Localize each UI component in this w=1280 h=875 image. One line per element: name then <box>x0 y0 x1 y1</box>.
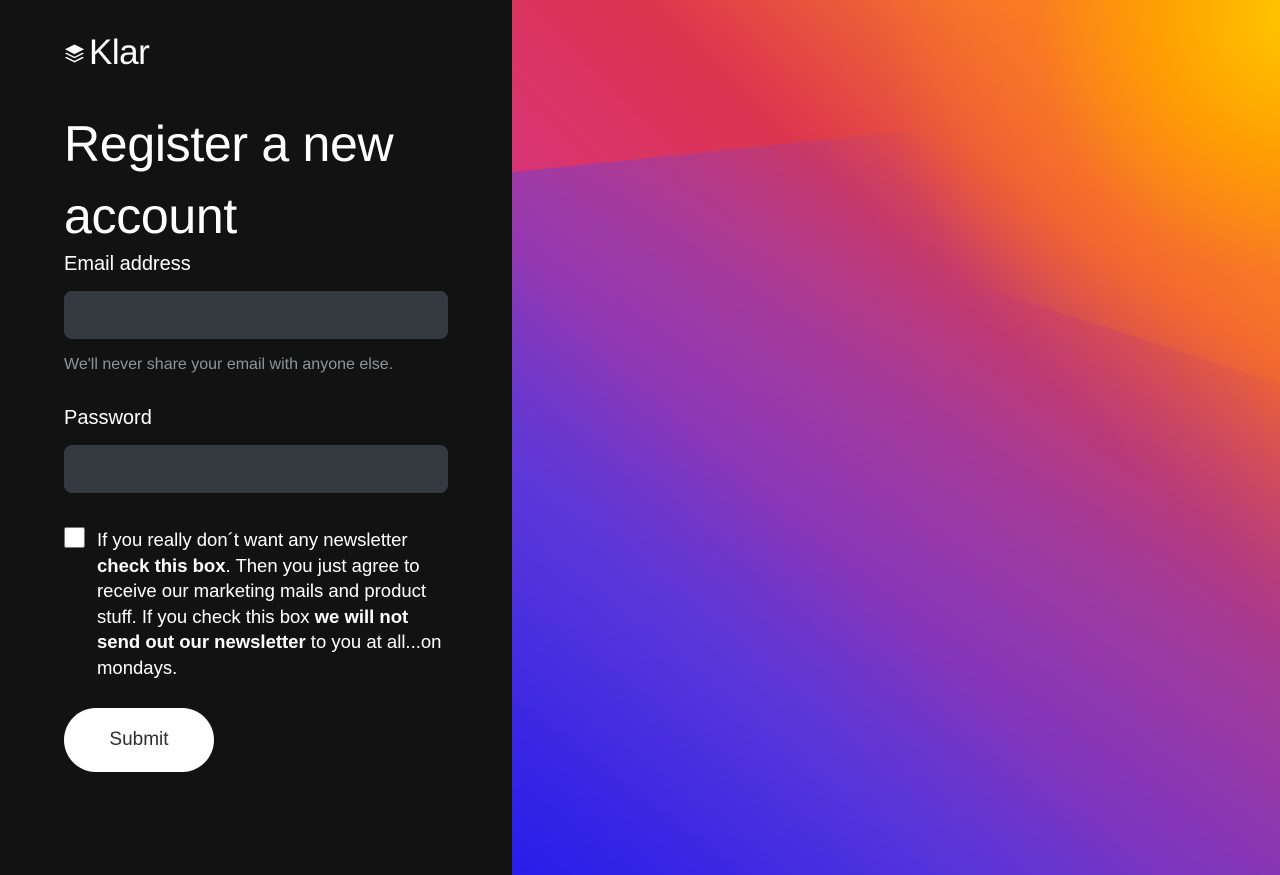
page-title: Register a new account <box>64 116 394 244</box>
email-field[interactable] <box>64 291 448 339</box>
password-label: Password <box>64 407 152 429</box>
registration-panel: Klar Register a new account Email addres… <box>0 0 512 875</box>
brand-name: Klar <box>89 33 150 72</box>
stacked-layers-icon <box>65 44 84 63</box>
registration-page: Klar Register a new account Email addres… <box>0 0 1280 875</box>
newsletter-text-prefix: If you really don´t want any newsletter <box>97 529 408 550</box>
decorative-gradient-panel <box>512 0 1280 875</box>
submit-button[interactable]: Submit <box>64 708 214 772</box>
newsletter-checkbox[interactable] <box>64 527 85 548</box>
newsletter-consent-text: If you really don´t want any newsletter … <box>97 527 452 680</box>
password-field[interactable] <box>64 445 448 493</box>
email-help-text: We'll never share your email with anyone… <box>64 356 394 373</box>
brand-logo: Klar <box>64 33 150 72</box>
newsletter-emphasis-check-box: check this box <box>97 554 226 576</box>
email-label: Email address <box>64 253 191 275</box>
